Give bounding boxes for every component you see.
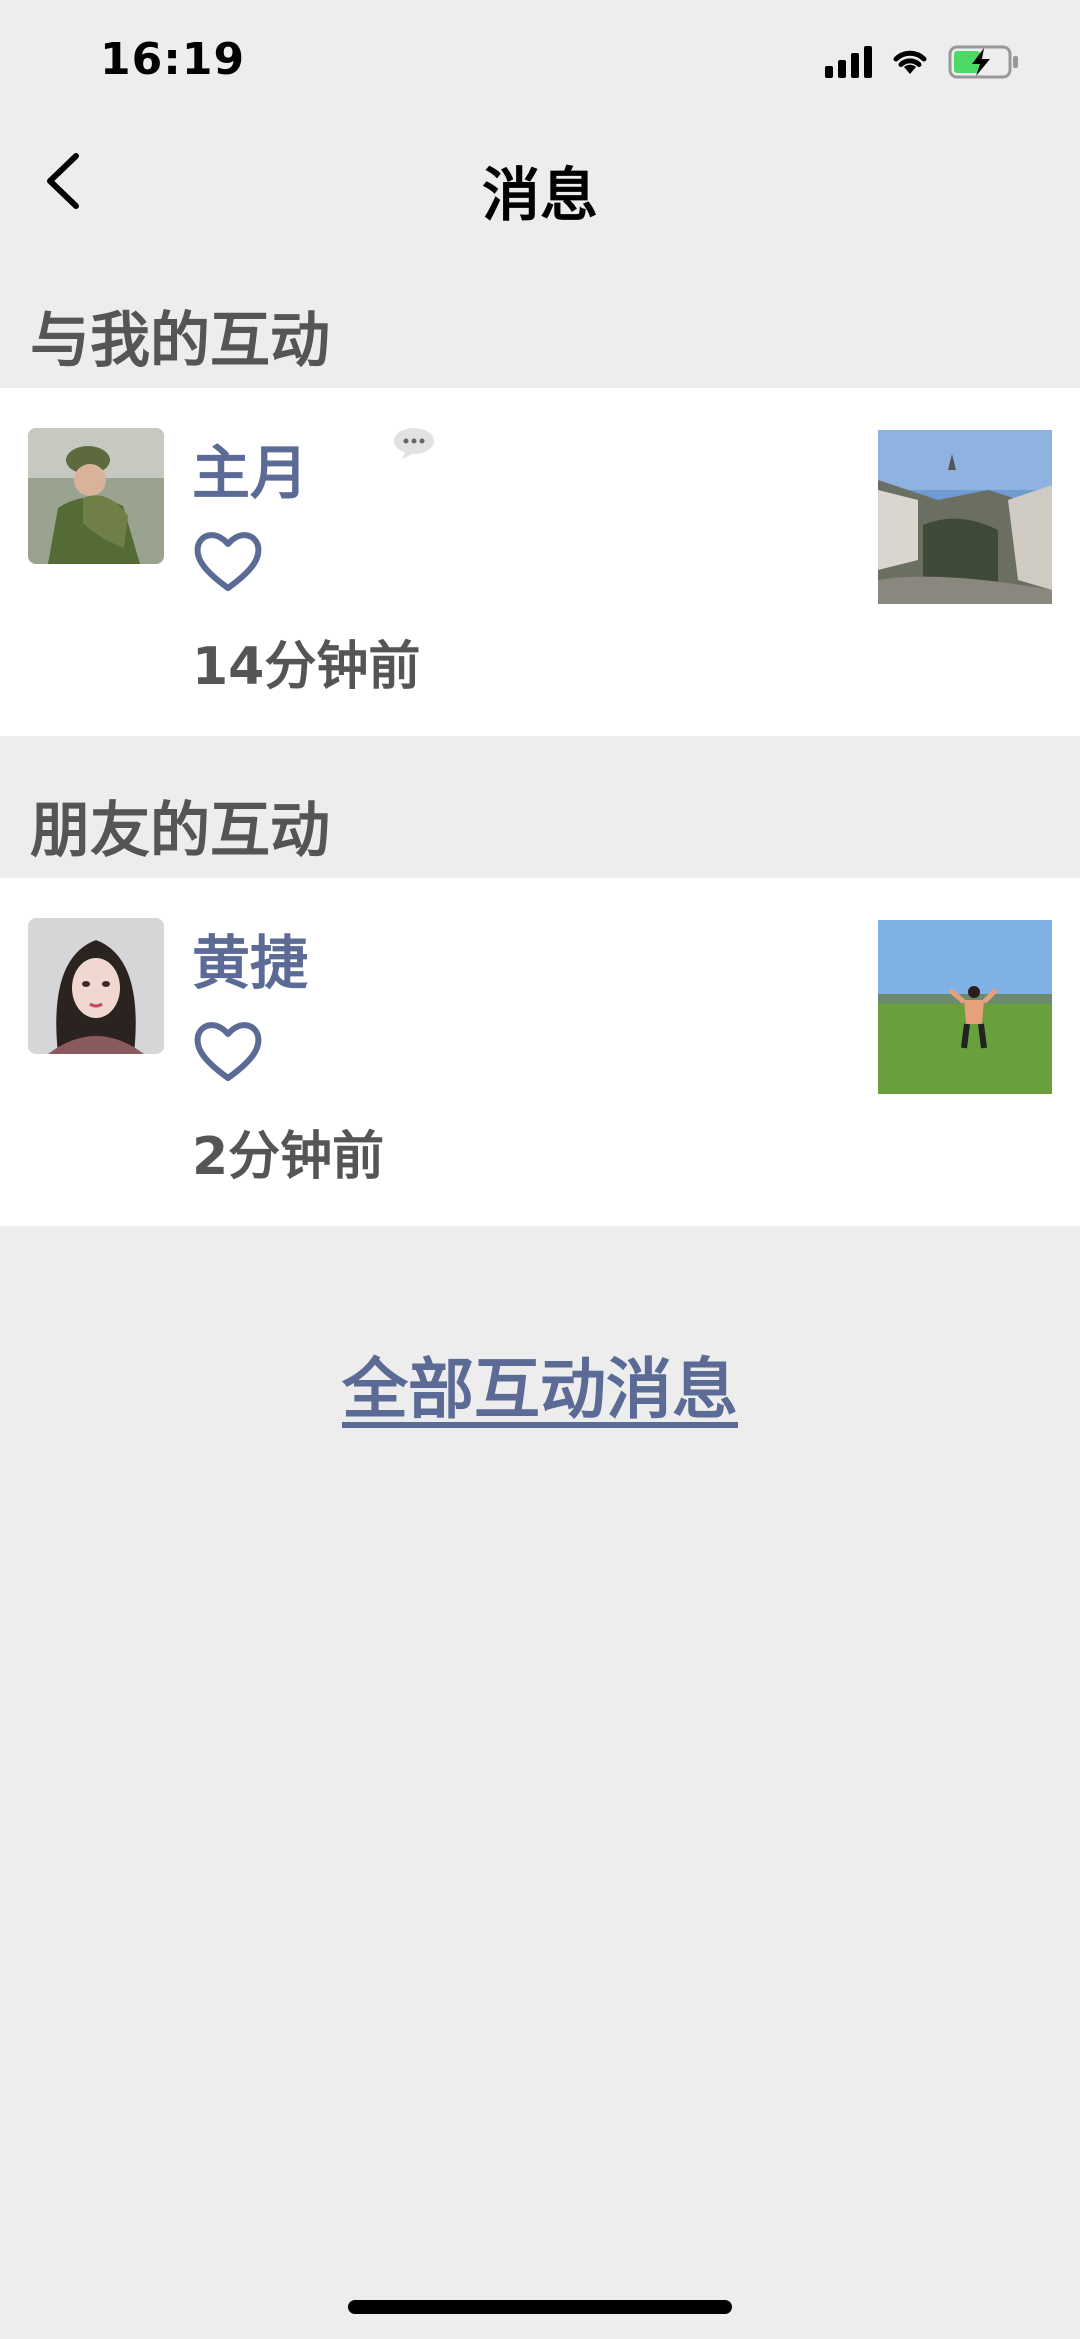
avatar[interactable] xyxy=(28,918,164,1054)
status-icons xyxy=(825,42,1020,82)
post-thumbnail[interactable] xyxy=(878,920,1052,1094)
status-bar: 16:19 xyxy=(0,0,1080,120)
interaction-item[interactable]: 黄捷 2分钟前 xyxy=(0,878,1080,1226)
page-title: 消息 xyxy=(481,161,598,229)
user-name[interactable]: 主月 xyxy=(192,426,308,510)
home-indicator[interactable] xyxy=(348,2300,732,2314)
post-thumbnail[interactable] xyxy=(878,430,1052,604)
wifi-icon xyxy=(893,50,927,74)
comment-bubble-icon xyxy=(394,428,434,459)
timestamp: 2分钟前 xyxy=(192,1127,385,1187)
messages-page: 16:19 消息 与我的互动 主月 14分钟前 朋友的互动 黄捷 2分钟前 全部… xyxy=(0,0,1080,2339)
battery-charging-icon xyxy=(948,45,1018,79)
user-name[interactable]: 黄捷 xyxy=(192,916,308,1000)
all-interaction-messages-link[interactable]: 全部互动消息 xyxy=(0,1336,1080,1432)
nav-bar: 消息 xyxy=(0,120,1080,240)
heart-outline-icon xyxy=(194,1022,262,1081)
interaction-item[interactable]: 主月 14分钟前 xyxy=(0,388,1080,736)
section-header-my-interactions: 与我的互动 xyxy=(30,306,330,376)
cellular-signal-icon xyxy=(825,46,872,78)
avatar[interactable] xyxy=(28,428,164,564)
status-time: 16:19 xyxy=(100,34,246,85)
heart-outline-icon xyxy=(194,532,262,591)
timestamp: 14分钟前 xyxy=(192,637,421,697)
section-header-friend-interactions: 朋友的互动 xyxy=(30,796,330,866)
